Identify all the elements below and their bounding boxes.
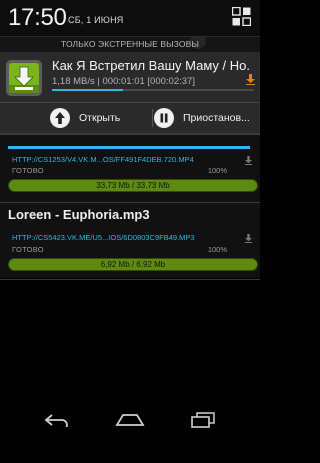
download-percent: 100% bbox=[207, 245, 227, 254]
download-item[interactable]: HTTP://CS1253/V4.VK.M...OS/FF491F4DEB.72… bbox=[0, 143, 260, 201]
open-icon bbox=[50, 108, 70, 128]
download-manager-app-icon bbox=[6, 60, 42, 96]
notification-progress-fill bbox=[52, 89, 123, 91]
download-arrow-icon bbox=[245, 234, 252, 243]
shade-header: 17:50 СБ, 1 ИЮНЯ bbox=[0, 0, 260, 36]
download-progress-bar: 33,73 Mb / 33,73 Mb bbox=[8, 179, 258, 192]
notification-title: Как Я Встретил Вашу Маму / Но. bbox=[52, 58, 250, 73]
download-percent: 100% bbox=[207, 166, 227, 175]
download-progress-bar: 6,92 Mb / 6,92 Mb bbox=[8, 258, 258, 271]
clock: 17:50 bbox=[8, 4, 67, 31]
emergency-banner: ТОЛЬКО ЭКСТРЕННЫЕ ВЫЗОВЫ bbox=[0, 37, 260, 52]
download-notification[interactable]: Как Я Встретил Вашу Маму / Но. 1,18 MB/s… bbox=[0, 52, 260, 133]
quick-settings-icon[interactable] bbox=[232, 7, 251, 26]
date[interactable]: СБ, 1 ИЮНЯ bbox=[68, 15, 123, 25]
download-item-accent-bar bbox=[8, 146, 250, 149]
download-state: ГОТОВО bbox=[12, 166, 44, 175]
download-arrow-icon bbox=[245, 156, 252, 165]
actions-separator bbox=[152, 109, 153, 127]
back-icon bbox=[44, 414, 68, 427]
recents-icon bbox=[191, 412, 215, 428]
download-name: Loreen - Euphoria.mp3 bbox=[8, 207, 150, 222]
open-button[interactable]: Открыть bbox=[50, 103, 150, 133]
emergency-label: ТОЛЬКО ЭКСТРЕННЫЕ ВЫЗОВЫ bbox=[61, 39, 199, 49]
navigation-bar bbox=[0, 400, 260, 463]
pause-icon bbox=[154, 108, 174, 128]
download-arrow-icon bbox=[246, 74, 255, 85]
list-divider bbox=[0, 133, 260, 135]
download-url: HTTP://CS1253/V4.VK.M...OS/FF491F4DEB.72… bbox=[12, 155, 194, 164]
home-button[interactable] bbox=[110, 405, 150, 435]
notification-progress bbox=[52, 89, 254, 91]
download-size: 6,92 Mb / 6,92 Mb bbox=[100, 260, 166, 269]
home-icon bbox=[115, 414, 145, 426]
list-divider bbox=[0, 279, 260, 280]
back-button[interactable] bbox=[37, 405, 77, 435]
pause-label: Приостанов... bbox=[183, 112, 250, 124]
download-size: 33,73 Mb / 33,73 Mb bbox=[96, 181, 170, 190]
notification-status: 1,18 MB/s | 000:01:01 [000:02:37] bbox=[52, 76, 195, 87]
open-label: Открыть bbox=[79, 112, 121, 124]
download-state: ГОТОВО bbox=[12, 245, 44, 254]
download-url: HTTP://CS5423.VK.ME/U5...IOS/6D0803C9FB4… bbox=[12, 233, 195, 242]
download-item[interactable]: Loreen - Euphoria.mp3 HTTP://CS5423.VK.M… bbox=[0, 205, 260, 277]
list-divider bbox=[0, 202, 260, 203]
pause-button[interactable]: Приостанов... bbox=[154, 103, 260, 133]
recents-button[interactable] bbox=[183, 405, 223, 435]
